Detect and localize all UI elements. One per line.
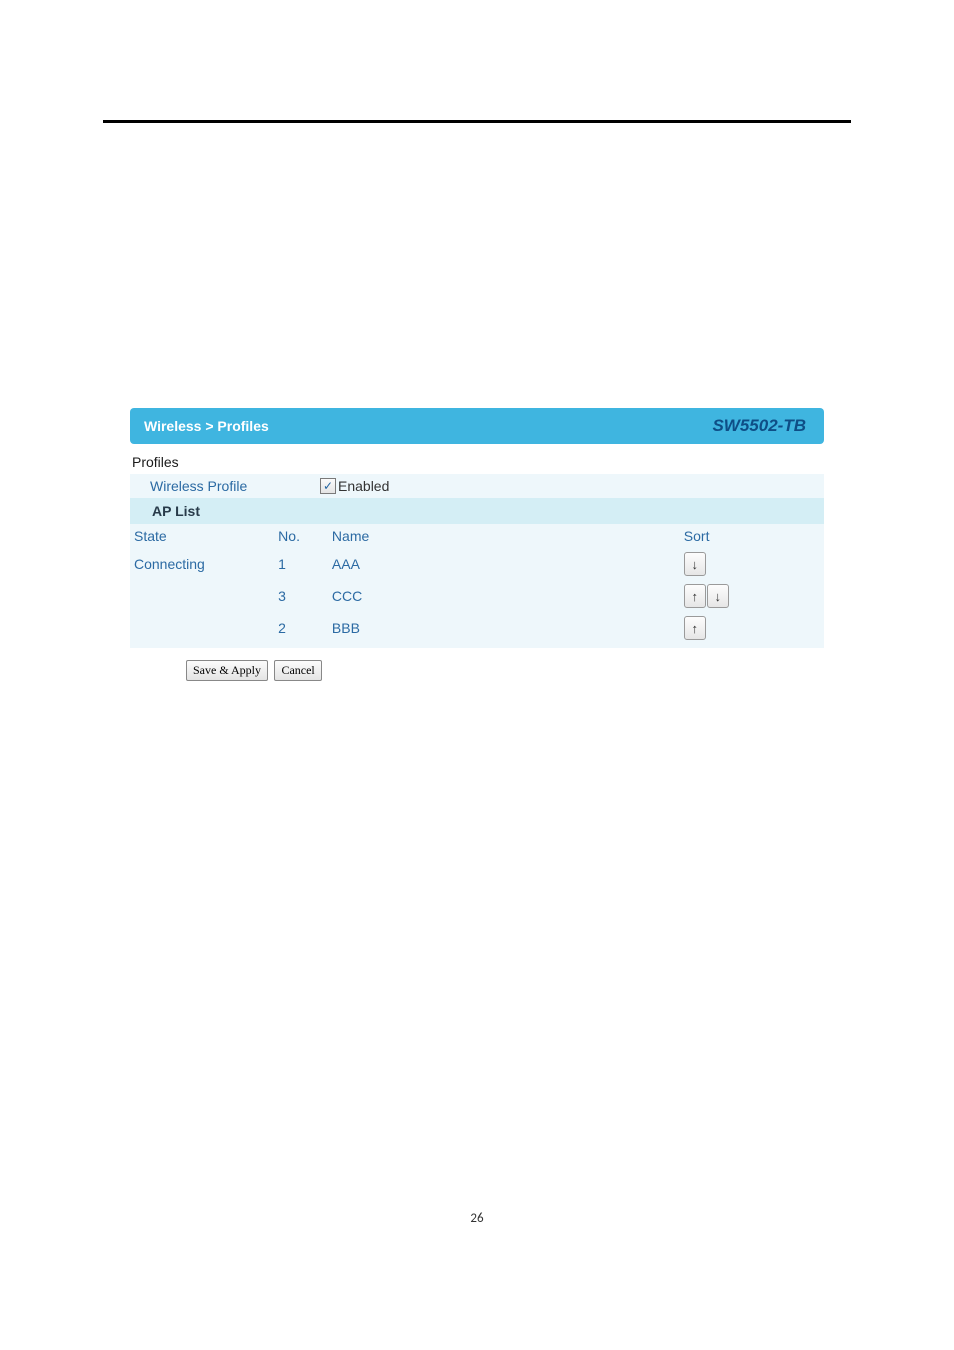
col-no-header: No. [274, 524, 328, 548]
enabled-label: Enabled [338, 478, 389, 494]
sort-up-button[interactable]: ↑ [684, 584, 706, 608]
sort-down-button[interactable]: ↓ [684, 552, 706, 576]
sort-down-button[interactable]: ↓ [707, 584, 729, 608]
save-apply-button[interactable]: Save & Apply [186, 660, 268, 681]
cell-no: 3 [274, 580, 328, 612]
table-row: Connecting 1 AAA ↓ [130, 548, 824, 580]
sort-up-button[interactable]: ↑ [684, 616, 706, 640]
cell-name[interactable]: CCC [328, 580, 680, 612]
cell-sort: ↑↓ [680, 580, 824, 612]
ap-table-header-row: State No. Name Sort [130, 524, 824, 548]
col-state-header: State [130, 524, 274, 548]
ap-list-header: AP List [130, 498, 824, 524]
model-label: SW5502-TB [712, 416, 806, 436]
cell-name[interactable]: AAA [328, 548, 680, 580]
horizontal-rule [103, 120, 851, 123]
page-number: 26 [0, 1211, 954, 1226]
col-sort-header: Sort [680, 524, 824, 548]
breadcrumb: Wireless > Profiles [144, 418, 269, 434]
wireless-profile-label: Wireless Profile [150, 478, 320, 494]
cell-state: Connecting [130, 548, 274, 580]
profiles-panel: Wireless > Profiles SW5502-TB Profiles W… [130, 408, 824, 681]
table-row: 2 BBB ↑ [130, 612, 824, 644]
header-bar: Wireless > Profiles SW5502-TB [130, 408, 824, 444]
cell-no: 2 [274, 612, 328, 644]
section-title: Profiles [132, 454, 824, 470]
cancel-button[interactable]: Cancel [274, 660, 321, 681]
cell-sort: ↓ [680, 548, 824, 580]
cell-no: 1 [274, 548, 328, 580]
cell-state [130, 580, 274, 612]
cell-name[interactable]: BBB [328, 612, 680, 644]
col-name-header: Name [328, 524, 680, 548]
footer-buttons: Save & Apply Cancel [130, 660, 824, 681]
cell-state [130, 612, 274, 644]
cell-sort: ↑ [680, 612, 824, 644]
table-row: 3 CCC ↑↓ [130, 580, 824, 612]
wireless-profile-row: Wireless Profile ✓ Enabled [130, 474, 824, 498]
ap-table: State No. Name Sort Connecting 1 AAA ↓ [130, 524, 824, 644]
enabled-checkbox[interactable]: ✓ [320, 478, 336, 494]
